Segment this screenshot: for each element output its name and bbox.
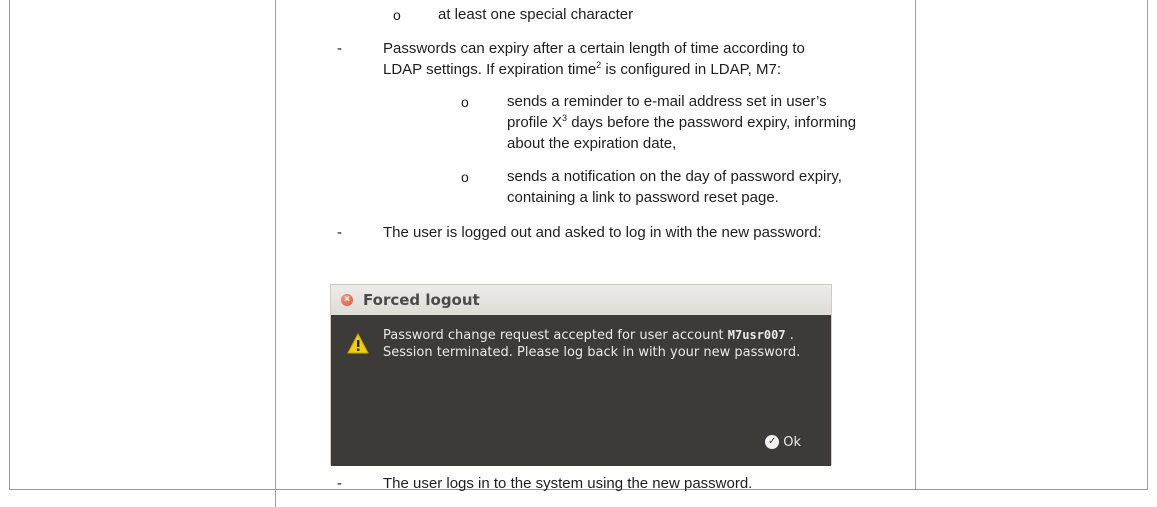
ok-button[interactable]: ✓ Ok — [765, 432, 801, 452]
warning-icon — [347, 333, 369, 354]
reminder-line3: about the expiration date, — [507, 135, 677, 152]
reminder-line1: sends a reminder to e-mail address set i… — [507, 93, 827, 110]
expiry-text-line1: Passwords can expiry after a certain len… — [383, 40, 805, 57]
table-border-left — [9, 0, 10, 490]
login-text: The user logs in to the system using the… — [383, 475, 753, 492]
table-border-col1 — [275, 0, 276, 507]
dialog-message: Password change request accepted for use… — [383, 328, 801, 360]
account-name: M7usr007 — [727, 328, 786, 342]
dialog-titlebar: × Forced logout — [331, 285, 831, 315]
bullet-marker: - — [337, 224, 342, 241]
close-icon[interactable]: × — [341, 294, 353, 306]
requirement-special-char: at least one special character — [438, 6, 634, 23]
logout-text: The user is logged out and asked to log … — [383, 224, 822, 241]
ok-button-label: Ok — [783, 434, 801, 450]
document-page: o at least one special character - Passw… — [0, 0, 1157, 507]
bullet-marker: - — [337, 40, 342, 57]
forced-logout-dialog: × Forced logout Password change request … — [330, 284, 832, 466]
bullet-marker: - — [337, 475, 342, 492]
reminder-line2: profile X3 days before the password expi… — [507, 113, 857, 132]
dialog-title: Forced logout — [363, 291, 480, 309]
sub-bullet-marker: o — [461, 169, 469, 185]
notification-line2: containing a link to password reset page… — [507, 189, 779, 206]
expiry-text-line2: LDAP settings. If expiration time2 is co… — [383, 60, 782, 79]
table-border-right — [1147, 0, 1148, 490]
table-border-col2 — [915, 0, 916, 490]
dialog-body: Password change request accepted for use… — [331, 315, 831, 466]
notification-line1: sends a notification on the day of passw… — [507, 168, 842, 185]
check-circle-icon: ✓ — [765, 435, 780, 449]
sub-bullet-marker: o — [461, 94, 469, 110]
sub-bullet-marker: o — [393, 7, 401, 23]
